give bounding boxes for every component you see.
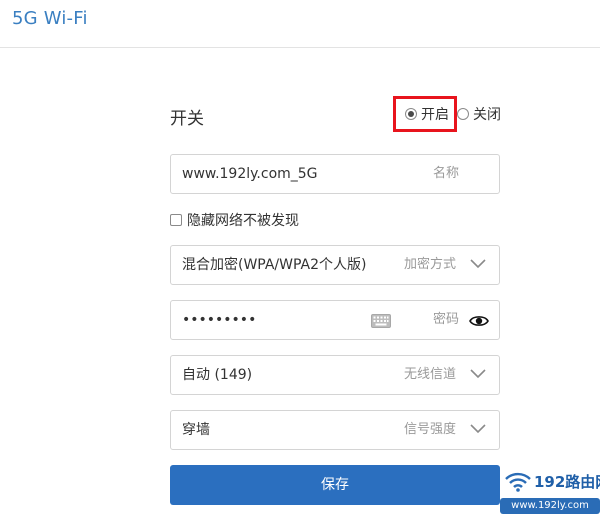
channel-value: 自动 (149) <box>182 367 253 383</box>
encryption-value: 混合加密(WPA/WPA2个人版) <box>182 257 367 273</box>
keyboard-icon[interactable] <box>371 313 391 328</box>
switch-off-radio[interactable] <box>457 108 469 120</box>
ssid-field: 名称 <box>170 154 500 194</box>
page-title: 5G Wi-Fi <box>12 8 88 29</box>
watermark-url: www.192ly.com <box>500 498 600 514</box>
switch-on-radio[interactable] <box>405 108 417 120</box>
wifi-icon <box>504 470 532 496</box>
channel-hint: 无线信道 <box>404 367 457 382</box>
switch-on-option[interactable]: 开启 <box>405 96 449 132</box>
ssid-hint: 名称 <box>433 166 460 181</box>
signal-value: 穿墙 <box>182 422 210 438</box>
signal-hint: 信号强度 <box>404 422 457 437</box>
switch-radio-group: 开启 关闭 <box>393 96 503 132</box>
channel-select[interactable]: 自动 (149) 无线信道 <box>170 355 500 395</box>
password-input[interactable] <box>182 301 362 339</box>
save-button[interactable]: 保存 <box>170 465 500 505</box>
password-field: 密码 <box>170 300 500 340</box>
password-hint: 密码 <box>433 312 460 327</box>
watermark: 192路由网 www.192ly.com <box>500 468 600 524</box>
ssid-input[interactable] <box>182 155 412 193</box>
chevron-down-icon[interactable] <box>470 367 486 379</box>
switch-label: 开关 <box>170 109 204 129</box>
switch-off-label: 关闭 <box>473 107 501 123</box>
eye-icon[interactable] <box>469 313 489 327</box>
signal-select[interactable]: 穿墙 信号强度 <box>170 410 500 450</box>
encryption-hint: 加密方式 <box>404 257 457 272</box>
switch-on-label: 开启 <box>421 107 449 123</box>
chevron-down-icon[interactable] <box>470 422 486 434</box>
encryption-select[interactable]: 混合加密(WPA/WPA2个人版) 加密方式 <box>170 245 500 285</box>
hidden-network-checkbox[interactable] <box>170 214 182 226</box>
title-divider <box>0 47 600 48</box>
watermark-text: 192路由网 <box>534 473 600 491</box>
hidden-network-row: 隐藏网络不被发现 <box>170 211 299 229</box>
switch-off-option[interactable]: 关闭 <box>457 96 501 132</box>
hidden-network-label: 隐藏网络不被发现 <box>187 213 299 229</box>
chevron-down-icon[interactable] <box>470 257 486 269</box>
